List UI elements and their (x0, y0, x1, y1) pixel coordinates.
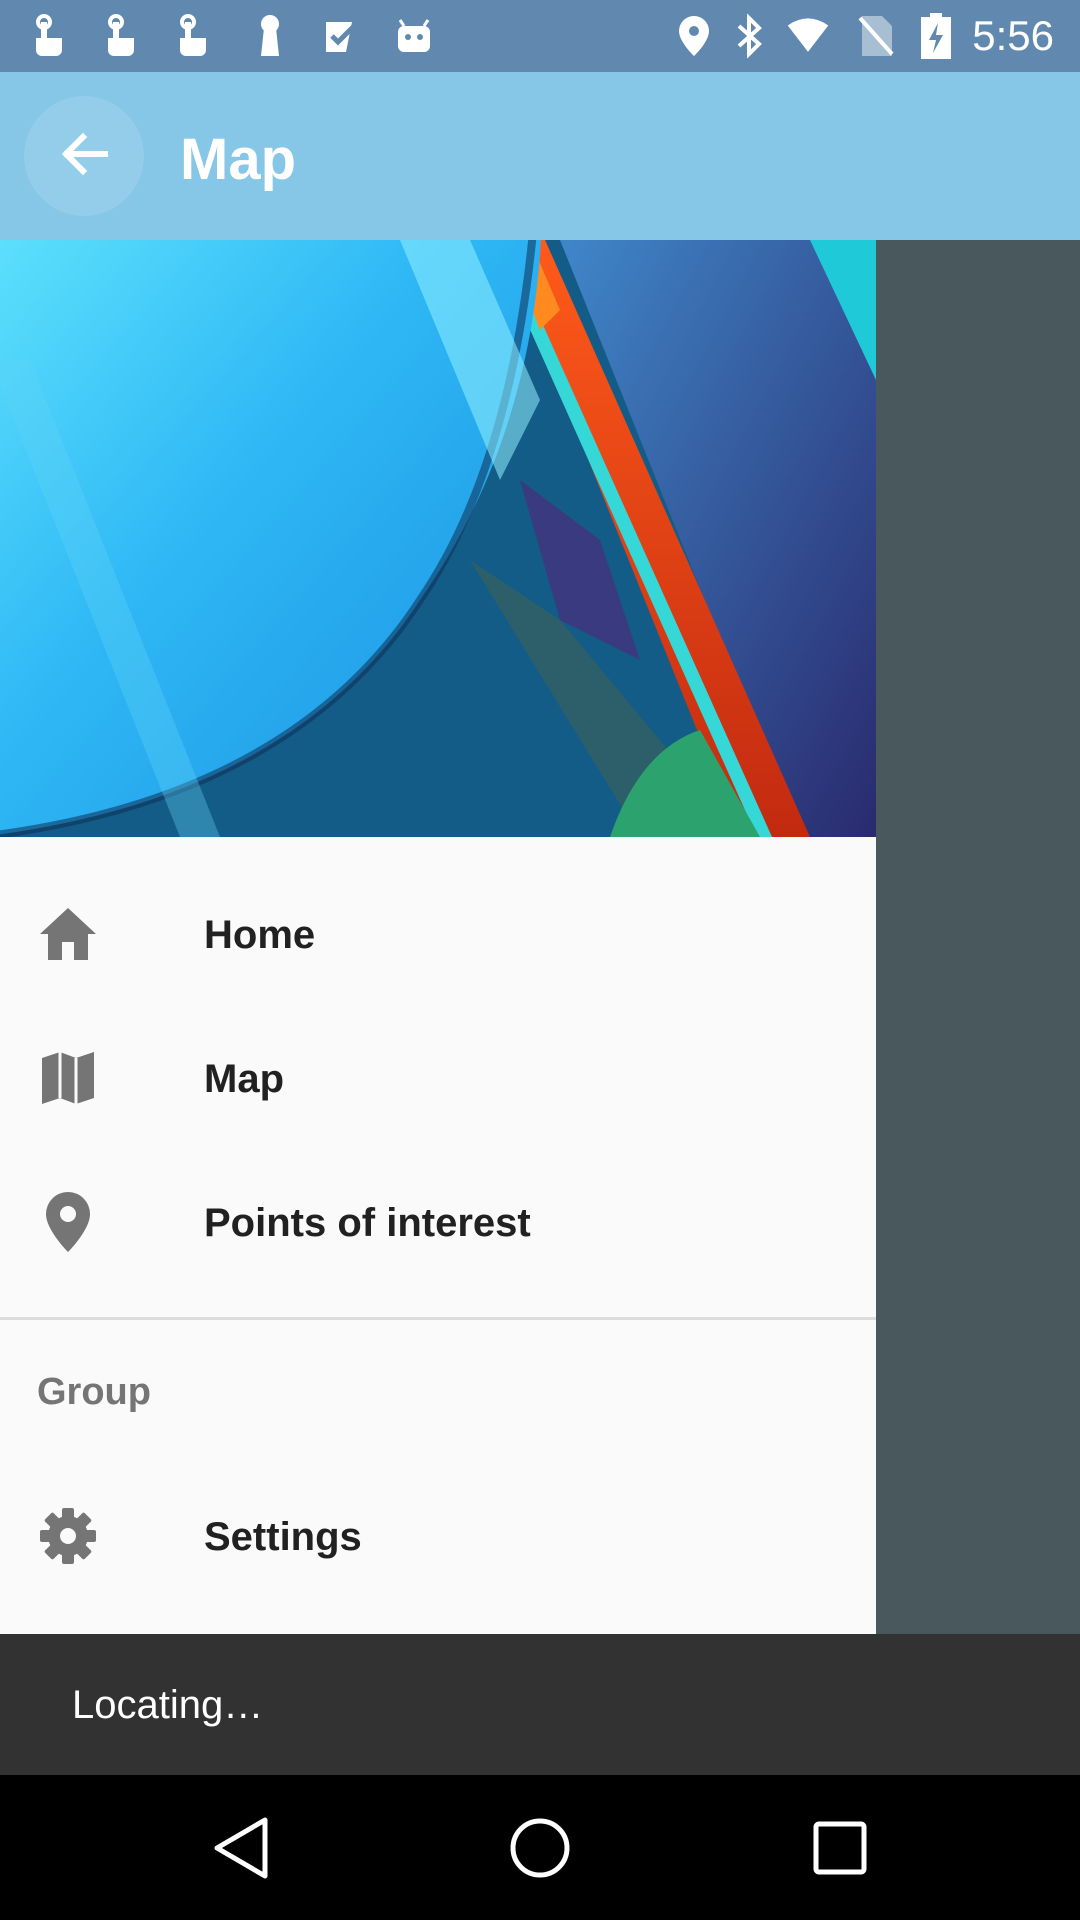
keyhole-icon (248, 14, 292, 58)
app-bar: Map (0, 72, 1080, 240)
location-icon (672, 14, 716, 58)
drawer-header-image (0, 240, 876, 837)
drawer-item-map[interactable]: Map (0, 1006, 876, 1150)
back-triangle-icon[interactable] (196, 1803, 286, 1893)
snackbar: Locating… (0, 1634, 1080, 1775)
touch-app-icon (172, 14, 216, 58)
battery-charging-icon (914, 13, 958, 59)
drawer-item-points-of-interest[interactable]: Points of interest (0, 1150, 876, 1294)
status-time: 5:56 (972, 12, 1054, 59)
drawer-divider (0, 1317, 876, 1320)
android-icon (392, 14, 436, 58)
navigation-drawer: Home Map Points of interest Group Settin… (0, 240, 876, 1634)
drawer-item-home[interactable]: Home (0, 862, 876, 1006)
drawer-item-label: Map (204, 1057, 284, 1101)
drawer-item-settings[interactable]: Settings (0, 1464, 876, 1608)
recents-square-icon[interactable] (795, 1803, 885, 1893)
drawer-item-label: Home (204, 913, 316, 957)
snackbar-message: Locating… (72, 1683, 264, 1727)
place-icon (38, 1192, 98, 1252)
touch-app-icon (100, 14, 144, 58)
arrow-back-icon (57, 127, 111, 186)
drawer-item-label: Points of interest (204, 1201, 531, 1245)
check-icon (320, 14, 364, 58)
app-bar-title: Map (180, 127, 296, 192)
home-icon (38, 904, 98, 964)
status-bar: 5:56 (0, 0, 1080, 72)
bluetooth-icon (728, 14, 772, 58)
map-icon (38, 1048, 98, 1108)
wifi-icon (786, 14, 830, 58)
system-navigation-bar (0, 1775, 1080, 1920)
home-circle-icon[interactable] (495, 1803, 585, 1893)
touch-app-icon (28, 14, 72, 58)
drawer-scrim[interactable] (876, 240, 1080, 1634)
settings-icon (38, 1506, 98, 1566)
no-sim-icon (854, 14, 898, 58)
drawer-item-label: Settings (204, 1515, 362, 1559)
drawer-group-header: Group (37, 1371, 151, 1413)
back-button[interactable] (24, 96, 144, 216)
